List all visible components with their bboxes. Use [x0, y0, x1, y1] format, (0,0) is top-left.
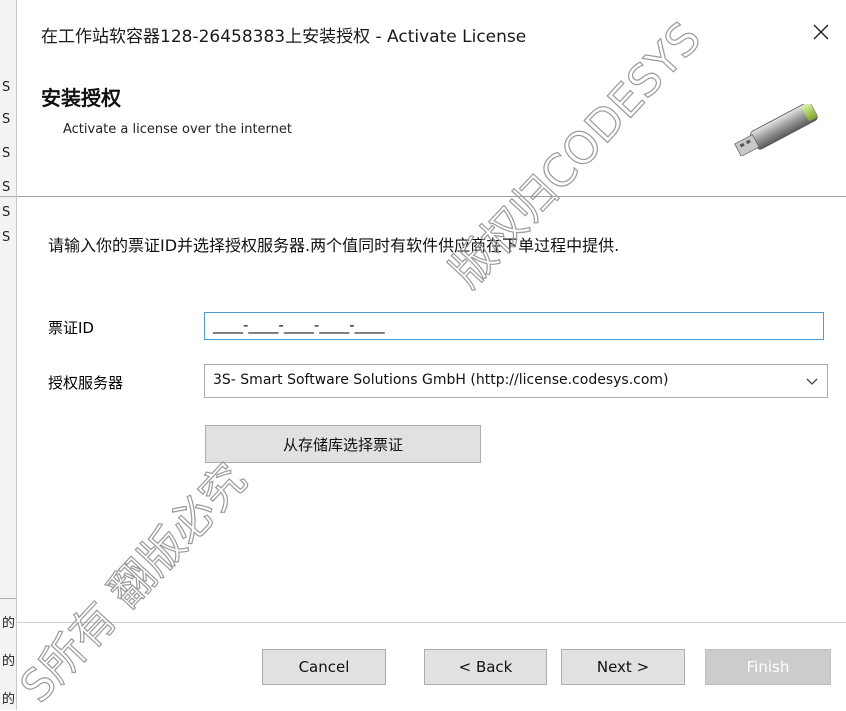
- background-text: 的: [2, 692, 16, 707]
- usb-dongle-icon: [734, 104, 818, 156]
- page-subtitle: Activate a license over the internet: [63, 122, 293, 137]
- background-text: S: [2, 80, 11, 95]
- finish-button: Finish: [705, 649, 831, 685]
- ticket-id-label: 票证ID: [48, 319, 94, 337]
- background-text: S: [2, 112, 11, 127]
- background-window-edge: S S S S S S 的 的 的: [0, 0, 17, 710]
- window-title: 在工作站软容器128-26458383上安装授权 - Activate Lice…: [41, 27, 527, 47]
- page-title: 安装授权: [41, 86, 121, 110]
- wizard-body: 请输入你的票证ID并选择授权服务器.两个值同时有软件供应商在下单过程中提供. 票…: [17, 197, 846, 627]
- cancel-button[interactable]: Cancel: [262, 649, 386, 685]
- back-button[interactable]: < Back: [424, 649, 547, 685]
- chevron-down-icon: [806, 378, 818, 385]
- title-bar: 在工作站软容器128-26458383上安装授权 - Activate Lice…: [17, 0, 846, 48]
- next-button[interactable]: Next >: [561, 649, 685, 685]
- background-text: S: [2, 146, 11, 161]
- select-ticket-from-store-button[interactable]: 从存储库选择票证: [205, 425, 481, 463]
- activate-license-dialog: 在工作站软容器128-26458383上安装授权 - Activate Lice…: [17, 0, 846, 711]
- close-button[interactable]: [803, 16, 839, 48]
- wizard-footer: Cancel < Back Next > Finish: [17, 622, 846, 711]
- background-text: S: [2, 230, 11, 245]
- ticket-id-input[interactable]: ____-____-____-____-____: [204, 312, 824, 340]
- background-text: S: [2, 180, 11, 195]
- close-icon: [813, 24, 829, 40]
- background-text: S: [2, 205, 11, 220]
- background-text: 的: [2, 654, 16, 669]
- license-server-label: 授权服务器: [48, 374, 124, 392]
- license-server-select[interactable]: 3S- Smart Software Solutions GmbH (http:…: [204, 364, 828, 398]
- license-server-value: 3S- Smart Software Solutions GmbH (http:…: [213, 372, 669, 388]
- wizard-header: 安装授权 Activate a license over the interne…: [17, 48, 846, 197]
- instruction-text: 请输入你的票证ID并选择授权服务器.两个值同时有软件供应商在下单过程中提供.: [48, 236, 620, 255]
- background-text: 的: [2, 616, 16, 631]
- ticket-id-mask: ____-____-____-____-____: [213, 316, 385, 334]
